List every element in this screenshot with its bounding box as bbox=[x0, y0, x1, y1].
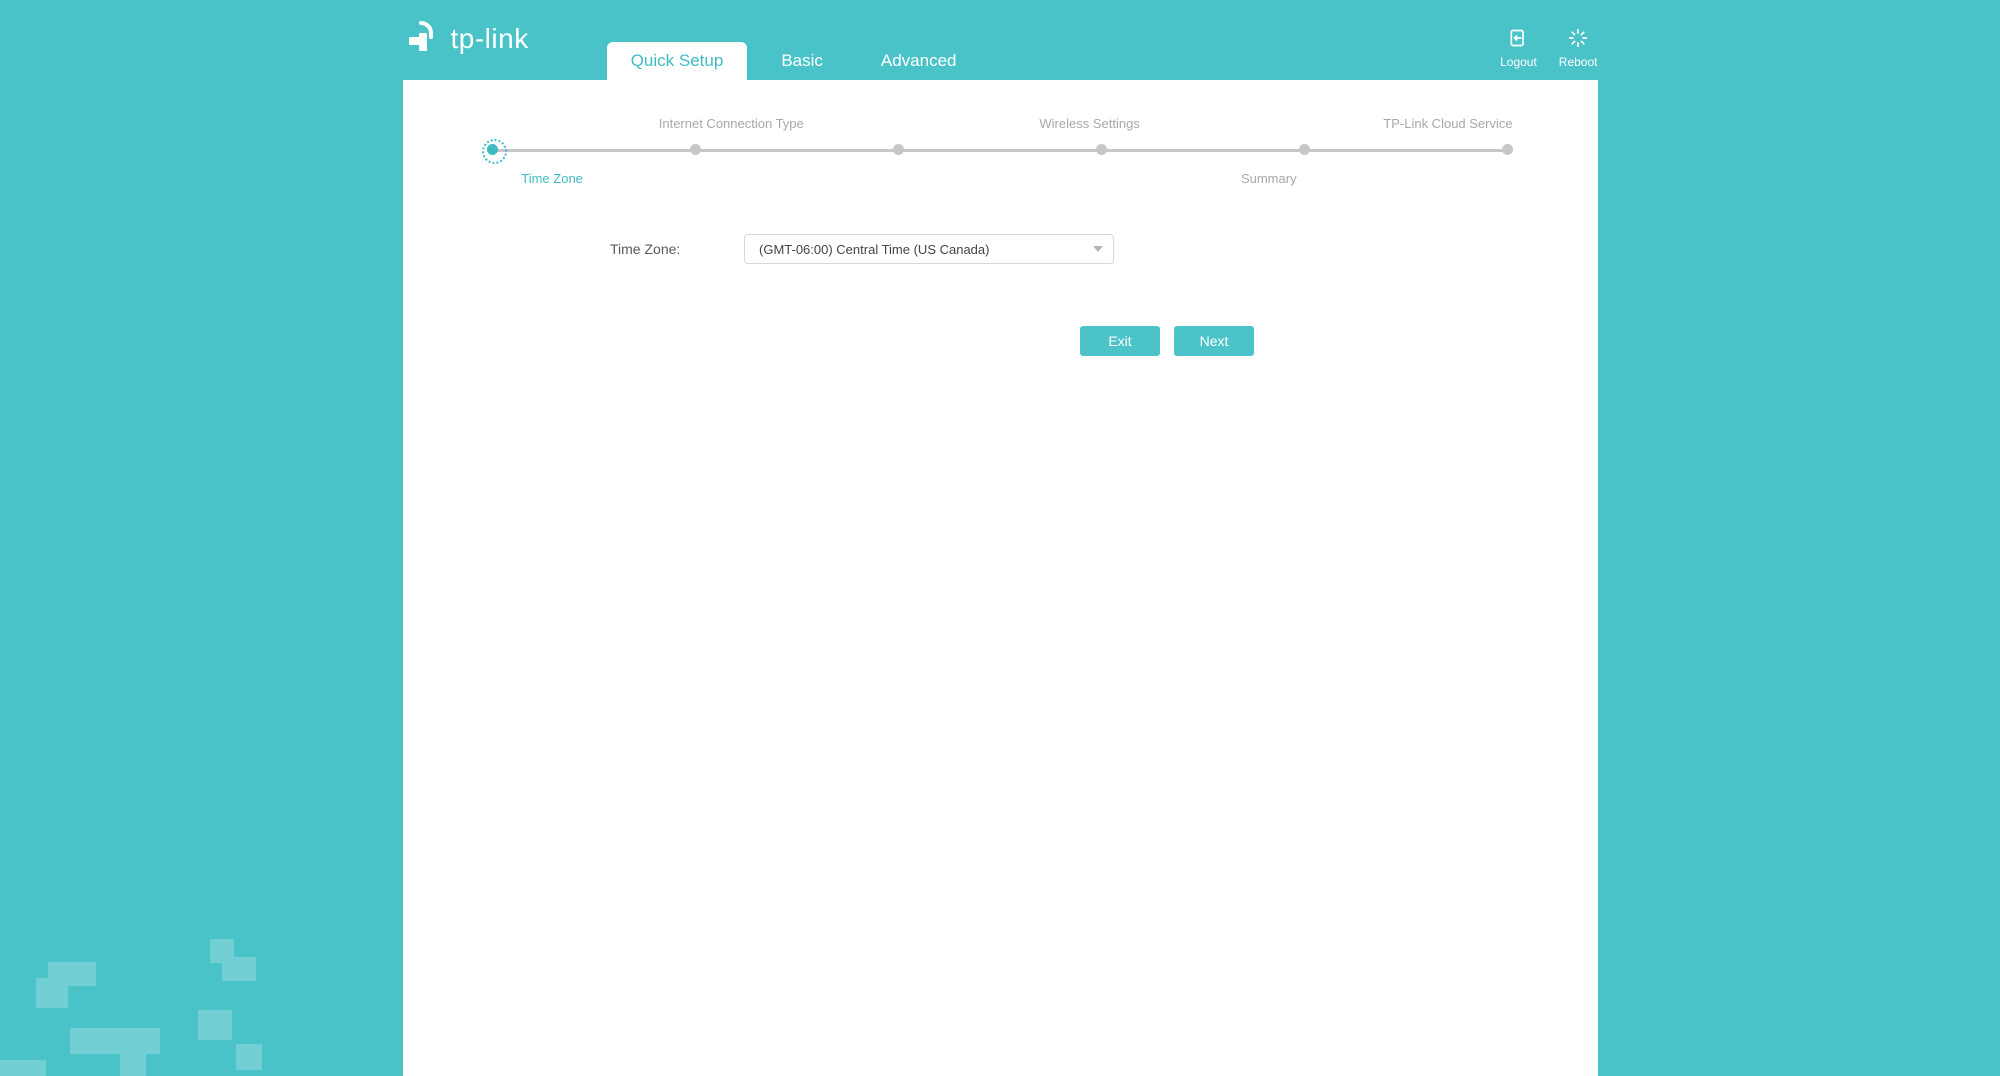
step-label-summary: Summary bbox=[1179, 171, 1358, 186]
tabs: Quick Setup Basic Advanced bbox=[607, 0, 991, 80]
step-label-cloud: TP-Link Cloud Service bbox=[1358, 116, 1537, 131]
step-label-placeholder: . bbox=[821, 116, 1000, 131]
tab-basic[interactable]: Basic bbox=[757, 42, 847, 80]
time-zone-label: Time Zone: bbox=[610, 241, 700, 257]
step-dot-cloud[interactable] bbox=[1502, 144, 1513, 155]
tab-advanced[interactable]: Advanced bbox=[857, 42, 981, 80]
chevron-down-icon bbox=[1093, 246, 1103, 252]
step-label-placeholder: . bbox=[1000, 171, 1179, 186]
wizard-steps: . Internet Connection Type . Wireless Se… bbox=[463, 108, 1538, 186]
step-dot-internet[interactable] bbox=[690, 144, 701, 155]
button-row: Exit Next bbox=[1080, 326, 1410, 356]
logout-icon bbox=[1508, 28, 1528, 51]
step-label-time-zone: Time Zone bbox=[463, 171, 642, 186]
step-label-placeholder: . bbox=[821, 171, 1000, 186]
reboot-icon bbox=[1568, 28, 1588, 51]
background-decoration bbox=[0, 816, 320, 1076]
form-area: Time Zone: (GMT-06:00) Central Time (US … bbox=[590, 226, 1410, 356]
step-label-placeholder: . bbox=[1179, 116, 1358, 131]
reboot-label: Reboot bbox=[1559, 55, 1598, 69]
step-label-placeholder: . bbox=[463, 116, 642, 131]
reboot-button[interactable]: Reboot bbox=[1559, 28, 1598, 69]
step-label-placeholder: . bbox=[1358, 171, 1537, 186]
main-panel: . Internet Connection Type . Wireless Se… bbox=[403, 80, 1598, 1076]
step-dot-summary[interactable] bbox=[1299, 144, 1310, 155]
brand-text: tp-link bbox=[451, 23, 529, 55]
step-dot-time-zone[interactable] bbox=[487, 144, 498, 155]
step-dot-wireless[interactable] bbox=[1096, 144, 1107, 155]
step-label-placeholder: . bbox=[642, 171, 821, 186]
next-button[interactable]: Next bbox=[1174, 326, 1254, 356]
logout-label: Logout bbox=[1500, 55, 1537, 69]
top-actions: Logout bbox=[1500, 28, 1597, 69]
step-label-internet: Internet Connection Type bbox=[642, 116, 821, 131]
header: tp-link Quick Setup Basic Advanced Logou… bbox=[403, 0, 1598, 80]
logout-button[interactable]: Logout bbox=[1500, 28, 1537, 69]
field-time-zone: Time Zone: (GMT-06:00) Central Time (US … bbox=[610, 234, 1410, 264]
tab-quick-setup[interactable]: Quick Setup bbox=[607, 42, 748, 80]
logo: tp-link bbox=[403, 17, 529, 60]
step-dot-spacer bbox=[893, 144, 904, 155]
time-zone-select[interactable]: (GMT-06:00) Central Time (US Canada) bbox=[744, 234, 1114, 264]
step-label-wireless: Wireless Settings bbox=[1000, 116, 1179, 131]
exit-button[interactable]: Exit bbox=[1080, 326, 1160, 356]
logo-icon bbox=[403, 17, 441, 60]
time-zone-value: (GMT-06:00) Central Time (US Canada) bbox=[759, 242, 989, 257]
